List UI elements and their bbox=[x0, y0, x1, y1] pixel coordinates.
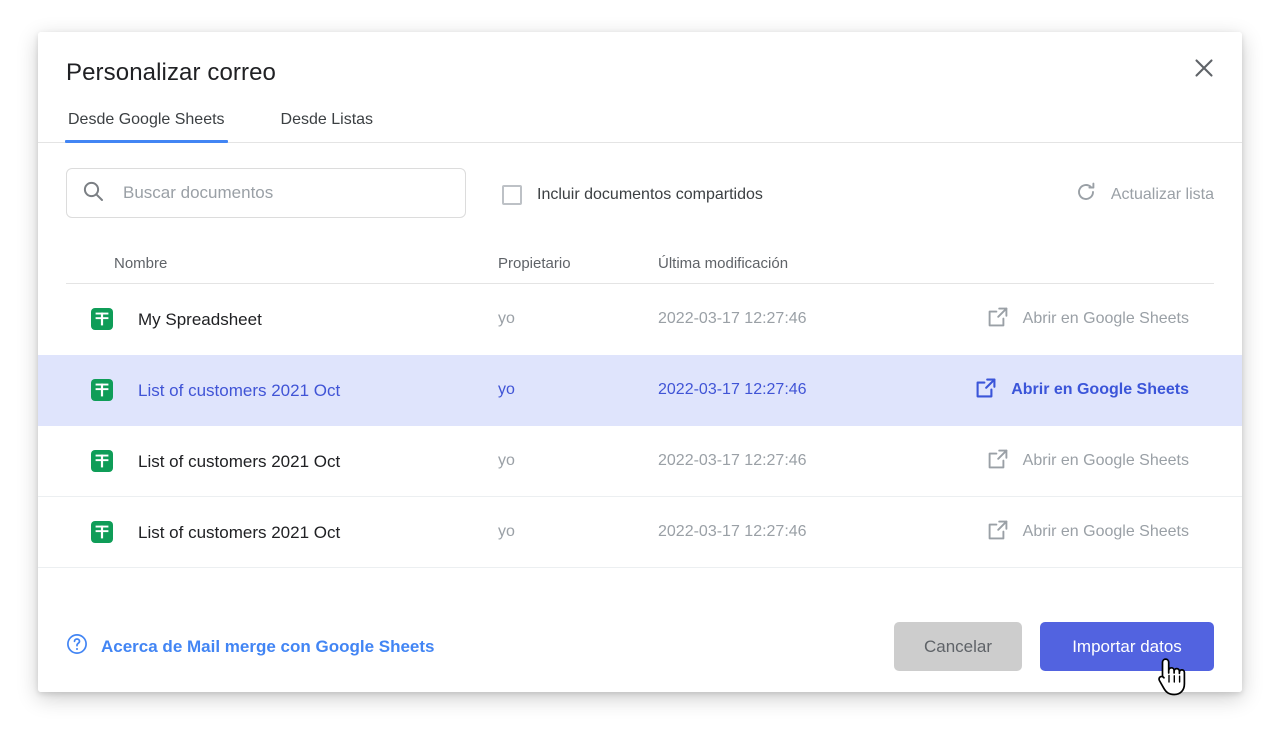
dialog-header: Personalizar correo Desde Google Sheets … bbox=[38, 32, 1242, 143]
table-row[interactable]: List of customers 2021 Oct yo 2022-03-17… bbox=[38, 355, 1242, 426]
column-header-modified: Última modificación bbox=[658, 255, 958, 273]
google-sheets-icon bbox=[90, 378, 114, 402]
external-link-icon bbox=[975, 377, 997, 404]
cell-owner: yo bbox=[498, 309, 658, 329]
table-header-row: Nombre Propietario Última modificación bbox=[66, 245, 1214, 284]
file-name: List of customers 2021 Oct bbox=[138, 380, 340, 401]
import-data-button[interactable]: Importar datos bbox=[1040, 622, 1214, 671]
open-link-label: Abrir en Google Sheets bbox=[1023, 309, 1189, 329]
customize-email-dialog: Personalizar correo Desde Google Sheets … bbox=[38, 32, 1242, 692]
file-name: List of customers 2021 Oct bbox=[138, 522, 340, 543]
cell-name: List of customers 2021 Oct bbox=[66, 449, 498, 473]
open-in-google-sheets-link[interactable]: Abrir en Google Sheets bbox=[958, 377, 1214, 404]
refresh-label: Actualizar lista bbox=[1111, 185, 1214, 205]
google-sheets-icon bbox=[90, 307, 114, 331]
tab-label: Desde Listas bbox=[281, 111, 374, 128]
open-link-label: Abrir en Google Sheets bbox=[1023, 451, 1189, 471]
checkbox-label: Incluir documentos compartidos bbox=[537, 185, 763, 205]
table-row[interactable]: List of customers 2021 Oct yo 2022-03-17… bbox=[38, 426, 1242, 497]
cell-name: My Spreadsheet bbox=[66, 307, 498, 331]
dialog-tabs: Desde Google Sheets Desde Listas bbox=[66, 110, 1214, 142]
open-in-google-sheets-link[interactable]: Abrir en Google Sheets bbox=[958, 519, 1214, 546]
table-row[interactable]: My Spreadsheet yo 2022-03-17 12:27:46 A bbox=[38, 284, 1242, 355]
external-link-icon bbox=[987, 306, 1009, 333]
screen-root: Personalizar correo Desde Google Sheets … bbox=[0, 0, 1280, 740]
cell-owner: yo bbox=[498, 380, 658, 400]
cell-modified: 2022-03-17 12:27:46 bbox=[658, 451, 958, 471]
open-link-label: Abrir en Google Sheets bbox=[1023, 522, 1189, 542]
about-mail-merge-link[interactable]: Acerca de Mail merge con Google Sheets bbox=[66, 633, 435, 660]
tab-from-google-sheets[interactable]: Desde Google Sheets bbox=[66, 110, 227, 142]
tab-label: Desde Google Sheets bbox=[68, 111, 225, 128]
cancel-button[interactable]: Cancelar bbox=[894, 622, 1022, 671]
include-shared-documents-checkbox[interactable]: Incluir documentos compartidos bbox=[502, 185, 763, 205]
cell-name: List of customers 2021 Oct bbox=[66, 520, 498, 544]
checkbox-box bbox=[502, 185, 522, 205]
external-link-icon bbox=[987, 448, 1009, 475]
cell-modified: 2022-03-17 12:27:46 bbox=[658, 522, 958, 542]
dialog-footer: Acerca de Mail merge con Google Sheets C… bbox=[38, 600, 1242, 692]
footer-actions: Cancelar Importar datos bbox=[894, 622, 1214, 671]
open-in-google-sheets-link[interactable]: Abrir en Google Sheets bbox=[958, 448, 1214, 475]
close-icon bbox=[1193, 57, 1215, 79]
help-link-label: Acerca de Mail merge con Google Sheets bbox=[101, 636, 435, 657]
refresh-icon bbox=[1074, 180, 1098, 209]
help-circle-icon bbox=[66, 633, 88, 660]
open-link-label: Abrir en Google Sheets bbox=[1011, 380, 1189, 400]
file-name: List of customers 2021 Oct bbox=[138, 451, 340, 472]
dialog-body: Incluir documentos compartidos Actualiza… bbox=[38, 143, 1242, 600]
documents-toolbar: Incluir documentos compartidos Actualiza… bbox=[66, 143, 1214, 219]
search-input[interactable] bbox=[121, 182, 451, 204]
google-sheets-icon bbox=[90, 449, 114, 473]
cell-modified: 2022-03-17 12:27:46 bbox=[658, 380, 958, 400]
documents-table: Nombre Propietario Última modificación bbox=[66, 245, 1214, 568]
table-row[interactable]: List of customers 2021 Oct yo 2022-03-17… bbox=[38, 497, 1242, 568]
cell-name: List of customers 2021 Oct bbox=[66, 378, 498, 402]
cell-modified: 2022-03-17 12:27:46 bbox=[658, 309, 958, 329]
search-icon bbox=[81, 179, 105, 208]
external-link-icon bbox=[987, 519, 1009, 546]
open-in-google-sheets-link[interactable]: Abrir en Google Sheets bbox=[958, 306, 1214, 333]
cell-owner: yo bbox=[498, 522, 658, 542]
tab-from-lists[interactable]: Desde Listas bbox=[279, 110, 376, 142]
cell-owner: yo bbox=[498, 451, 658, 471]
column-header-name: Nombre bbox=[66, 255, 498, 273]
file-name: My Spreadsheet bbox=[138, 309, 262, 330]
page-title: Personalizar correo bbox=[66, 58, 1214, 88]
google-sheets-icon bbox=[90, 520, 114, 544]
column-header-owner: Propietario bbox=[498, 255, 658, 273]
close-button[interactable] bbox=[1186, 50, 1222, 86]
refresh-list-button[interactable]: Actualizar lista bbox=[1074, 180, 1214, 209]
search-box[interactable] bbox=[66, 168, 466, 218]
